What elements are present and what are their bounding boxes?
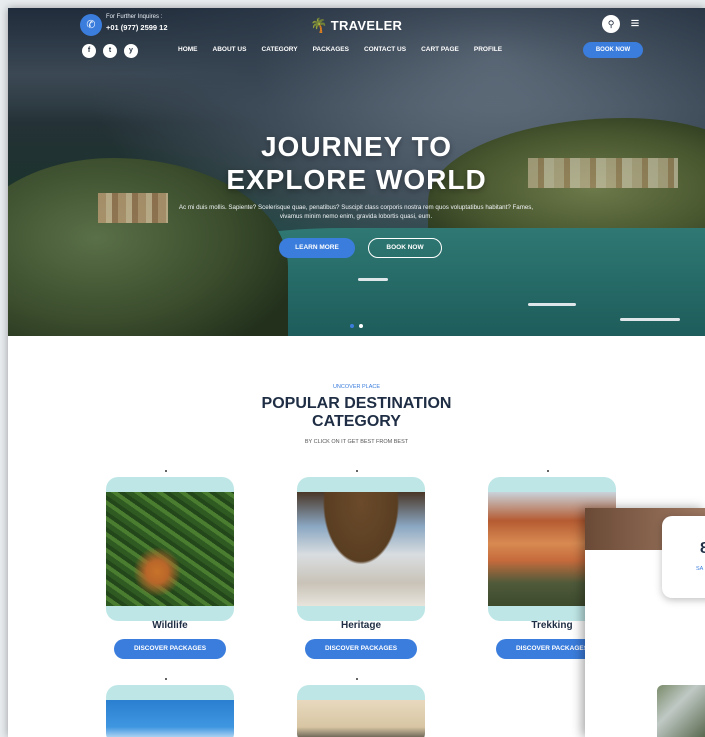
nav-contact-us[interactable]: CONTACT US xyxy=(364,46,406,53)
card-marker xyxy=(356,470,358,472)
top-navigation-bar: ✆ For Further Inquires : +01 (977) 2599 … xyxy=(8,8,705,64)
card-marker xyxy=(165,678,167,680)
hero-title-line-1: JOURNEY TO xyxy=(260,131,452,162)
main-nav: HOME ABOUT US CATEGORY PACKAGES CONTACT … xyxy=(178,46,502,53)
hero-boat xyxy=(528,303,576,306)
overlay-stat-number: 8 xyxy=(700,540,705,557)
wildlife-image xyxy=(106,492,234,606)
heritage-image xyxy=(297,492,425,606)
section-title: POPULAR DESTINATION CATEGORY xyxy=(8,395,705,431)
inquiries-label: For Further Inquires : xyxy=(106,14,163,20)
search-icon[interactable]: ⚲ xyxy=(602,15,620,33)
nav-cart-page[interactable]: CART PAGE xyxy=(421,46,459,53)
overlay-stat-card xyxy=(662,516,705,598)
hero-banner: ✆ For Further Inquires : +01 (977) 2599 … xyxy=(8,8,705,336)
card-marker xyxy=(356,678,358,680)
hamburger-menu-icon[interactable]: ≡ xyxy=(626,15,644,33)
learn-more-button[interactable]: LEARN MORE xyxy=(279,238,355,258)
hero-title-line-2: EXPLORE WORLD xyxy=(226,164,487,195)
category-card-adventure[interactable] xyxy=(297,685,425,737)
slider-dot-2[interactable] xyxy=(359,324,363,328)
hero-boat xyxy=(620,318,680,321)
nav-packages[interactable]: PACKAGES xyxy=(313,46,349,53)
hero-boat xyxy=(358,278,388,281)
discover-packages-button-heritage[interactable]: DISCOVER PACKAGES xyxy=(305,639,417,659)
beach-image xyxy=(106,700,234,737)
twitter-icon[interactable]: t xyxy=(103,44,117,58)
hero-book-now-button[interactable]: BOOK NOW xyxy=(368,238,442,258)
section-subtitle: BY CLICK ON IT GET BEST FROM BEST xyxy=(304,439,409,445)
palm-tree-icon: 🌴 xyxy=(310,16,328,33)
overlay-stat-label: SA xyxy=(696,566,704,572)
phone-icon[interactable]: ✆ xyxy=(80,14,102,36)
nav-home[interactable]: HOME xyxy=(178,46,198,53)
overlay-thumbnail-image xyxy=(657,685,705,737)
slider-dot-1[interactable] xyxy=(350,324,354,328)
logo-text: TRAVELER xyxy=(330,17,403,33)
section-title-line-1: POPULAR DESTINATION xyxy=(261,395,452,412)
category-name-heritage: Heritage xyxy=(340,620,381,631)
youtube-icon[interactable]: y xyxy=(124,44,138,58)
nav-about-us[interactable]: ABOUT US xyxy=(213,46,247,53)
hero-village xyxy=(98,193,168,223)
overlapping-window xyxy=(585,508,705,737)
hero-description: Ac mi duis mollis. Sapiente? Scelerisque… xyxy=(178,204,534,220)
site-logo[interactable]: 🌴 TRAVELER xyxy=(310,14,402,36)
category-card-wildlife[interactable] xyxy=(106,477,234,621)
section-eyebrow: UNCOVER PLACE xyxy=(332,384,381,390)
card-marker xyxy=(547,470,549,472)
category-card-heritage[interactable] xyxy=(297,477,425,621)
hero-title: JOURNEY TO EXPLORE WORLD xyxy=(8,130,705,196)
discover-packages-button-wildlife[interactable]: DISCOVER PACKAGES xyxy=(114,639,226,659)
category-name-wildlife: Wildlife xyxy=(152,620,188,631)
phone-number[interactable]: +01 (977) 2599 12 xyxy=(106,23,168,32)
adventure-image xyxy=(297,700,425,737)
card-marker xyxy=(165,470,167,472)
facebook-icon[interactable]: f xyxy=(82,44,96,58)
nav-profile[interactable]: PROFILE xyxy=(474,46,502,53)
section-title-line-2: CATEGORY xyxy=(312,413,401,430)
header-book-now-button[interactable]: BOOK NOW xyxy=(583,42,643,58)
nav-category[interactable]: CATEGORY xyxy=(261,46,297,53)
category-card-beach[interactable] xyxy=(106,685,234,737)
